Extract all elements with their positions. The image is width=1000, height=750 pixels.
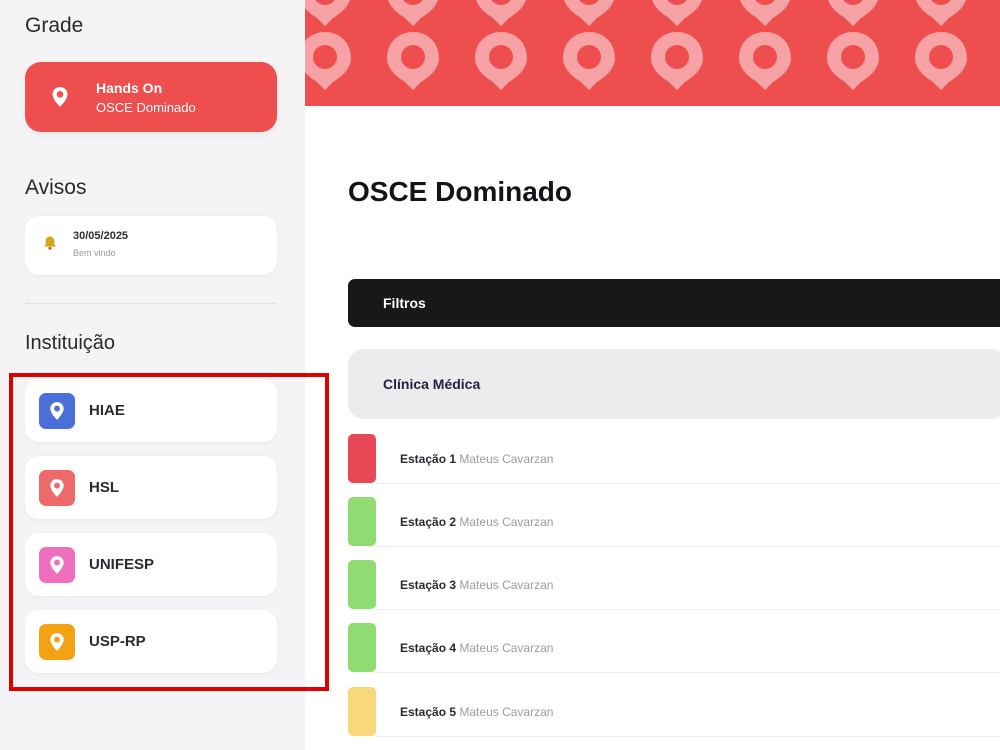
instituicao-heading: Instituição — [25, 332, 116, 354]
location-pin-icon — [51, 86, 69, 113]
station-author: Mateus Cavarzan — [459, 705, 554, 719]
aviso-date: 30/05/2025 — [73, 230, 129, 242]
station-name: Estação 3 — [400, 578, 457, 592]
category-label: Clínica Médica — [383, 376, 481, 392]
grade-heading: Grade — [25, 14, 84, 37]
row-divider — [376, 736, 1000, 737]
station-status-bar — [348, 623, 376, 672]
filters-label: Filtros — [383, 295, 426, 311]
station-author: Mateus Cavarzan — [459, 452, 554, 466]
station-row[interactable]: Estação 5 Mateus Cavarzan — [348, 687, 1000, 737]
grade-card-hands-on[interactable]: Hands On OSCE Dominado — [25, 62, 277, 132]
grade-card-title: Hands On — [96, 80, 163, 96]
bell-icon — [42, 235, 58, 254]
institution-item-usp-rp[interactable]: USP-RP — [25, 610, 277, 673]
aviso-text: Bem vindo — [73, 248, 116, 258]
station-name: Estação 1 — [400, 452, 457, 466]
institution-label: HSL — [89, 479, 119, 496]
station-status-bar — [348, 497, 376, 546]
aviso-card[interactable]: 30/05/2025 Bem vindo — [25, 216, 277, 275]
row-divider — [376, 672, 1000, 673]
grade-card-subtitle: OSCE Dominado — [96, 100, 196, 115]
station-status-bar — [348, 560, 376, 609]
category-header-clinica-medica[interactable]: Clínica Médica — [348, 349, 1000, 419]
station-text: Estação 5 Mateus Cavarzan — [400, 705, 553, 719]
institution-item-hiae[interactable]: HIAE — [25, 379, 277, 442]
station-status-bar — [348, 687, 376, 736]
station-status-bar — [348, 434, 376, 483]
row-divider — [376, 609, 1000, 610]
station-text: Estação 2 Mateus Cavarzan — [400, 515, 553, 529]
avisos-heading: Avisos — [25, 176, 87, 199]
station-row[interactable]: Estação 3 Mateus Cavarzan — [348, 560, 1000, 610]
station-row[interactable]: Estação 4 Mateus Cavarzan — [348, 623, 1000, 673]
page-title: OSCE Dominado — [348, 176, 573, 207]
station-name: Estação 5 — [400, 705, 457, 719]
station-author: Mateus Cavarzan — [459, 641, 554, 655]
station-name: Estação 2 — [400, 515, 457, 529]
location-pin-icon-pattern — [305, 0, 967, 90]
station-row[interactable]: Estação 1 Mateus Cavarzan — [348, 434, 1000, 484]
location-pin-icon — [39, 624, 75, 660]
row-divider — [376, 483, 1000, 484]
station-text: Estação 4 Mateus Cavarzan — [400, 641, 553, 655]
sidebar-divider — [25, 303, 277, 304]
row-divider — [376, 546, 1000, 547]
institution-label: HIAE — [89, 402, 125, 419]
station-author: Mateus Cavarzan — [459, 515, 554, 529]
filters-button[interactable]: Filtros — [348, 279, 1000, 327]
institution-label: USP-RP — [89, 633, 146, 650]
institution-label: UNIFESP — [89, 556, 155, 573]
station-author: Mateus Cavarzan — [459, 578, 554, 592]
station-row[interactable]: Estação 2 Mateus Cavarzan — [348, 497, 1000, 547]
sidebar: Grade Hands On OSCE Dominado Avisos 30/0… — [0, 0, 305, 750]
location-pin-icon — [39, 547, 75, 583]
station-name: Estação 4 — [400, 641, 457, 655]
station-text: Estação 3 Mateus Cavarzan — [400, 578, 553, 592]
header-banner — [305, 0, 1000, 106]
location-pin-icon — [39, 470, 75, 506]
station-text: Estação 1 Mateus Cavarzan — [400, 452, 553, 466]
institution-item-hsl[interactable]: HSL — [25, 456, 277, 519]
location-pin-icon — [39, 393, 75, 429]
institution-item-unifesp[interactable]: UNIFESP — [25, 533, 277, 596]
